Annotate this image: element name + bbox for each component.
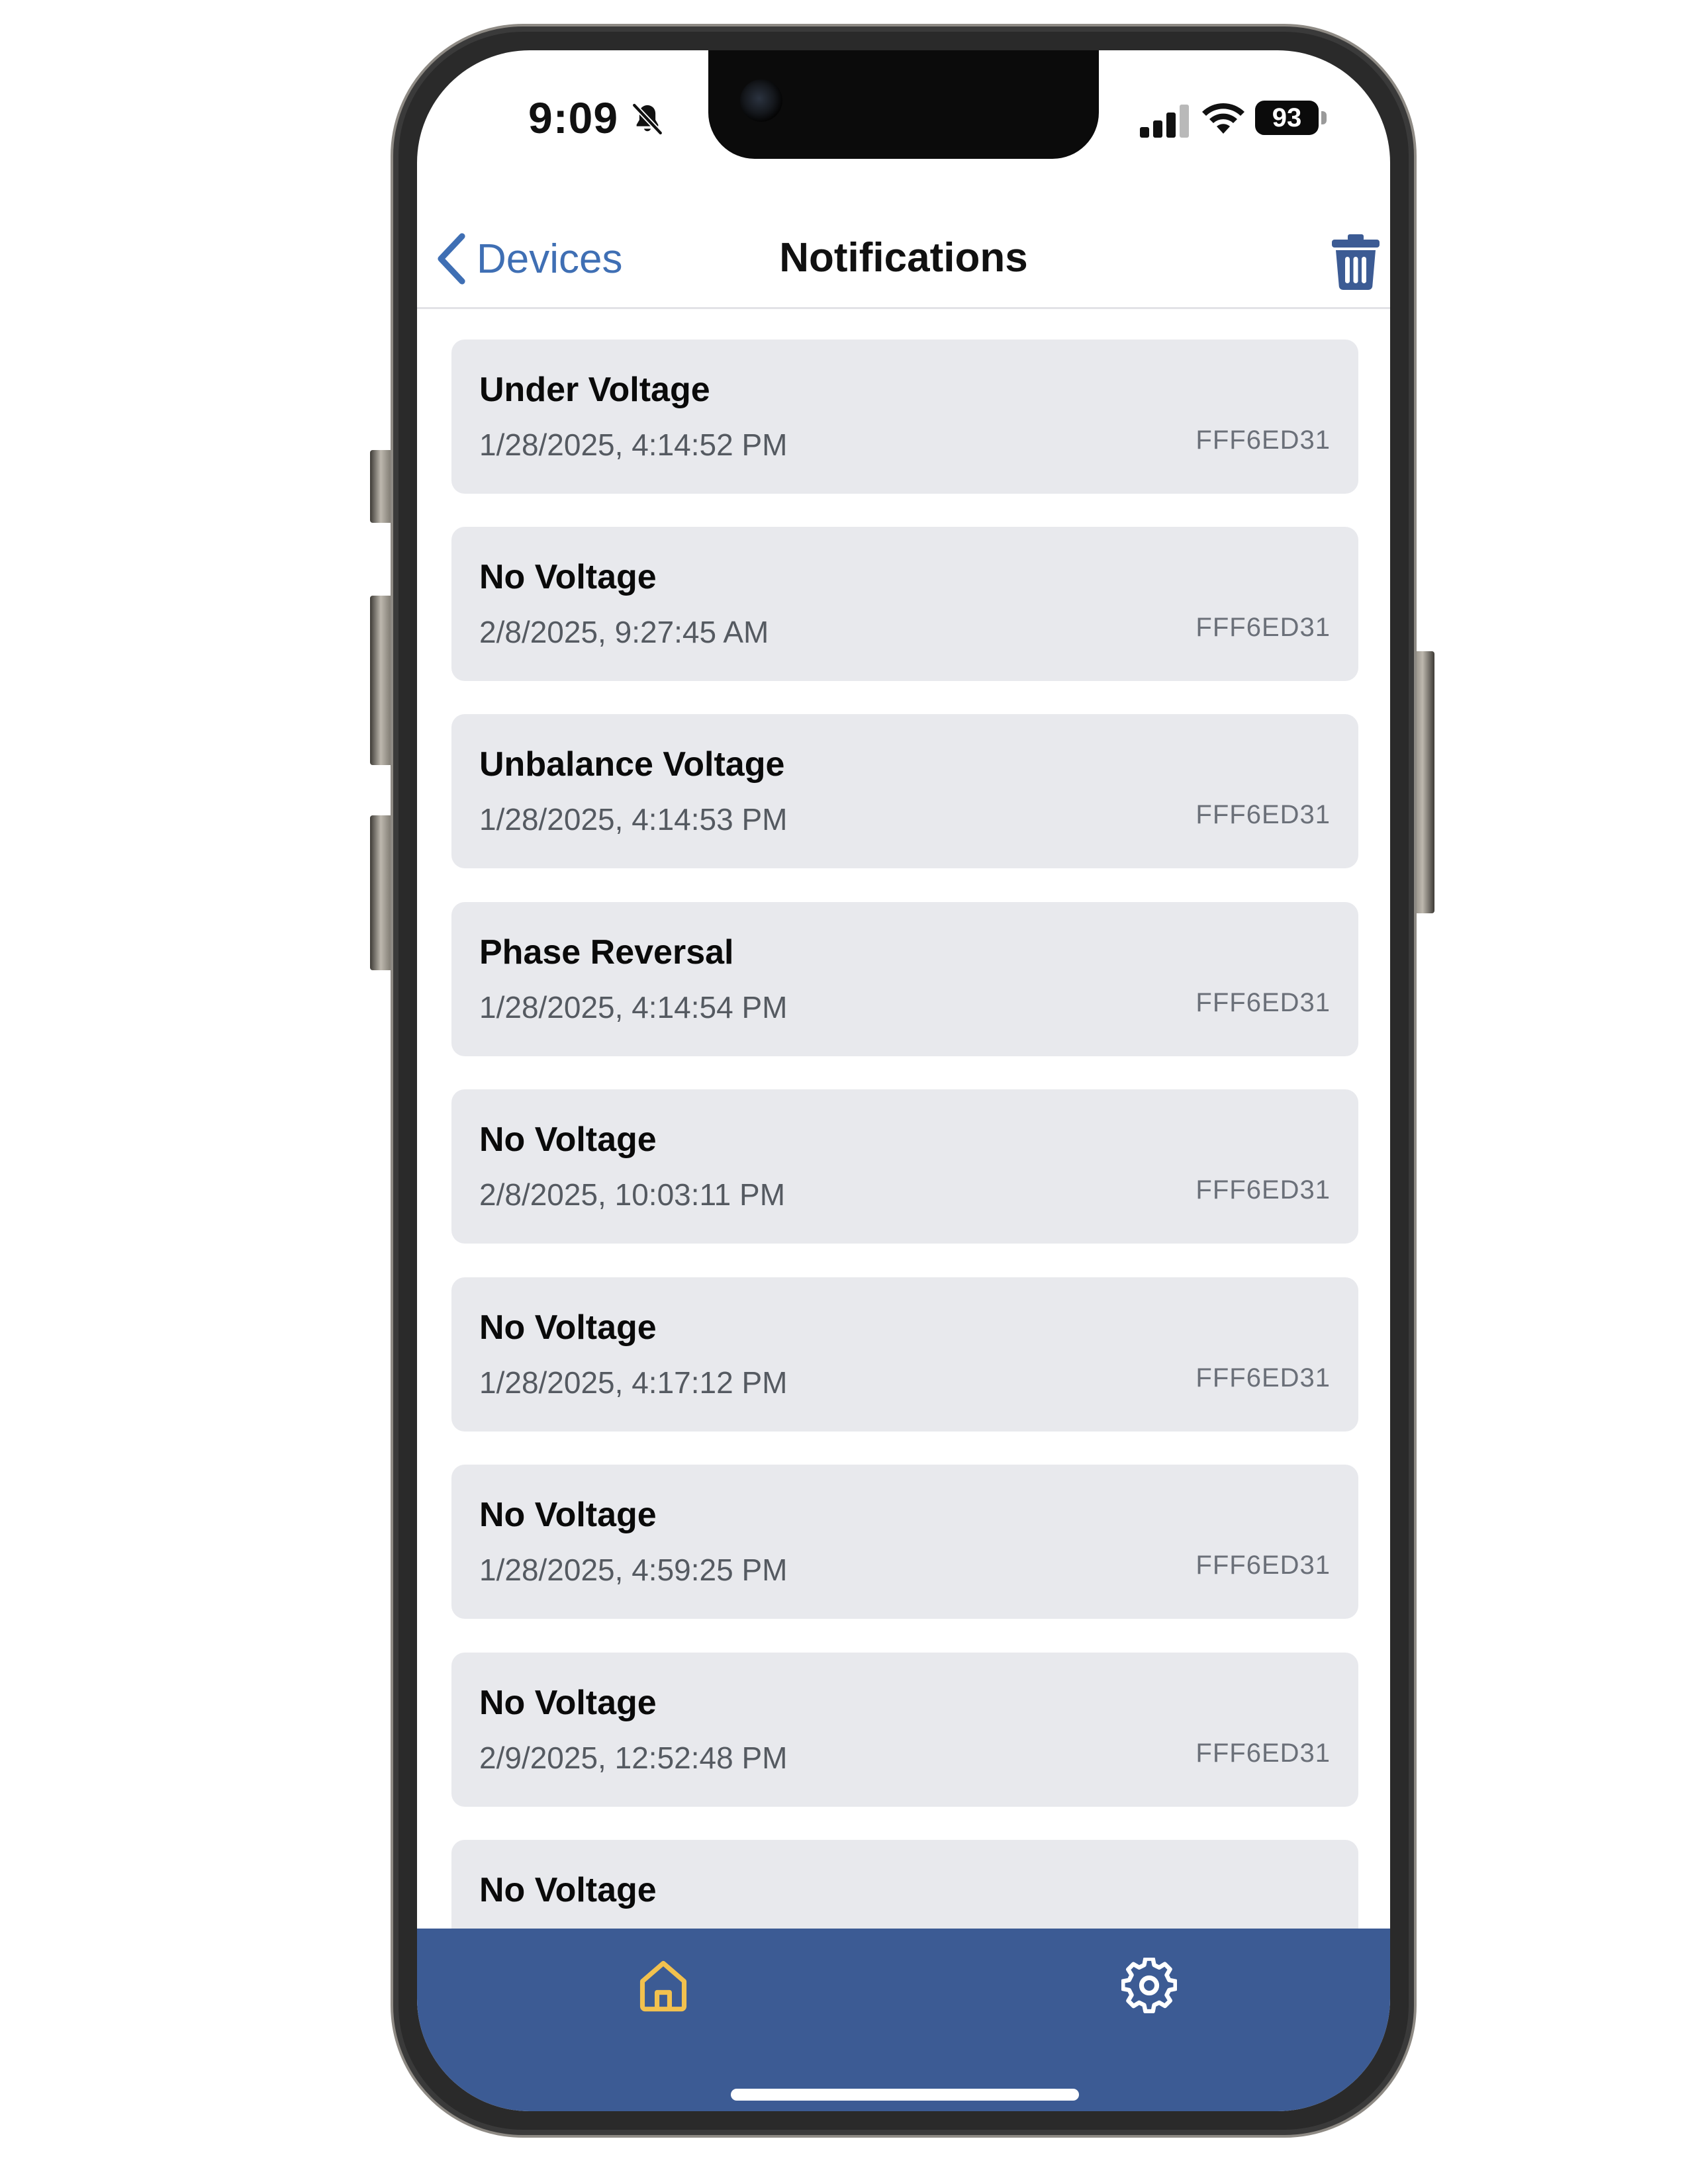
notification-timestamp: 2/8/2025, 9:27:45 AM: [479, 615, 769, 649]
notification-title: No Voltage: [479, 558, 657, 596]
notification-device-id: FFF6ED31: [1196, 1175, 1331, 1205]
notification-timestamp: 1/28/2025, 4:17:12 PM: [479, 1365, 788, 1400]
notification-device-id: FFF6ED31: [1196, 426, 1331, 455]
notification-card[interactable]: No Voltage 1/28/2025, 4:59:25 PM FFF6ED3…: [451, 1465, 1358, 1619]
notification-title: No Voltage: [479, 1496, 657, 1534]
notification-card[interactable]: No Voltage: [451, 1840, 1358, 1929]
cellular-signal-icon: [1140, 105, 1189, 138]
notification-title: No Voltage: [479, 1120, 657, 1159]
notification-timestamp: 1/28/2025, 4:14:52 PM: [479, 428, 788, 462]
battery-level: 93: [1255, 101, 1319, 135]
gear-icon[interactable]: [1121, 1958, 1177, 2013]
notification-title: No Voltage: [479, 1308, 657, 1347]
notification-timestamp: 1/28/2025, 4:14:54 PM: [479, 990, 788, 1024]
notification-timestamp: 2/8/2025, 10:03:11 PM: [479, 1177, 786, 1212]
page-title: Notifications: [779, 235, 1028, 281]
notification-device-id: FFF6ED31: [1196, 1363, 1331, 1392]
notification-card[interactable]: Unbalance Voltage 1/28/2025, 4:14:53 PM …: [451, 714, 1358, 868]
notification-device-id: FFF6ED31: [1196, 1551, 1331, 1580]
notification-card[interactable]: No Voltage 1/28/2025, 4:17:12 PM FFF6ED3…: [451, 1277, 1358, 1432]
notification-title: Unbalance Voltage: [479, 745, 785, 784]
screen: 9:09 93 Devices Notifications Under Volt…: [417, 50, 1390, 2111]
home-indicator[interactable]: [731, 2089, 1079, 2101]
notification-timestamp: 1/28/2025, 4:14:53 PM: [479, 802, 788, 837]
notification-timestamp: 2/9/2025, 12:52:48 PM: [479, 1741, 788, 1775]
notification-device-id: FFF6ED31: [1196, 800, 1331, 829]
notification-device-id: FFF6ED31: [1196, 1739, 1331, 1768]
notification-title: Under Voltage: [479, 371, 710, 409]
navigation-bar: Devices Notifications: [417, 209, 1390, 309]
notification-title: Phase Reversal: [479, 933, 734, 972]
notification-card[interactable]: No Voltage 2/8/2025, 10:03:11 PM FFF6ED3…: [451, 1089, 1358, 1244]
dynamic-island: [708, 50, 1099, 159]
phone-frame: 9:09 93 Devices Notifications Under Volt…: [391, 24, 1417, 2138]
notification-card[interactable]: Under Voltage 1/28/2025, 4:14:52 PM FFF6…: [451, 340, 1358, 494]
tab-bar: [417, 1929, 1390, 2111]
notification-card[interactable]: No Voltage 2/9/2025, 12:52:48 PM FFF6ED3…: [451, 1653, 1358, 1807]
notification-card[interactable]: No Voltage 2/8/2025, 9:27:45 AM FFF6ED31: [451, 527, 1358, 681]
notification-title: No Voltage: [479, 1684, 657, 1722]
battery-cap: [1321, 111, 1327, 124]
notification-timestamp: 1/28/2025, 4:59:25 PM: [479, 1553, 788, 1587]
notification-device-id: FFF6ED31: [1196, 613, 1331, 642]
front-camera: [740, 79, 782, 122]
bell-off-icon: [632, 103, 663, 135]
notification-card[interactable]: Phase Reversal 1/28/2025, 4:14:54 PM FFF…: [451, 902, 1358, 1056]
notification-list[interactable]: Under Voltage 1/28/2025, 4:14:52 PM FFF6…: [417, 309, 1390, 1929]
status-time: 9:09: [528, 93, 619, 142]
notification-device-id: FFF6ED31: [1196, 988, 1331, 1017]
home-icon[interactable]: [635, 1958, 691, 2013]
trash-icon[interactable]: [1329, 233, 1382, 291]
wifi-icon: [1202, 103, 1244, 134]
notification-title: No Voltage: [479, 1871, 657, 1909]
